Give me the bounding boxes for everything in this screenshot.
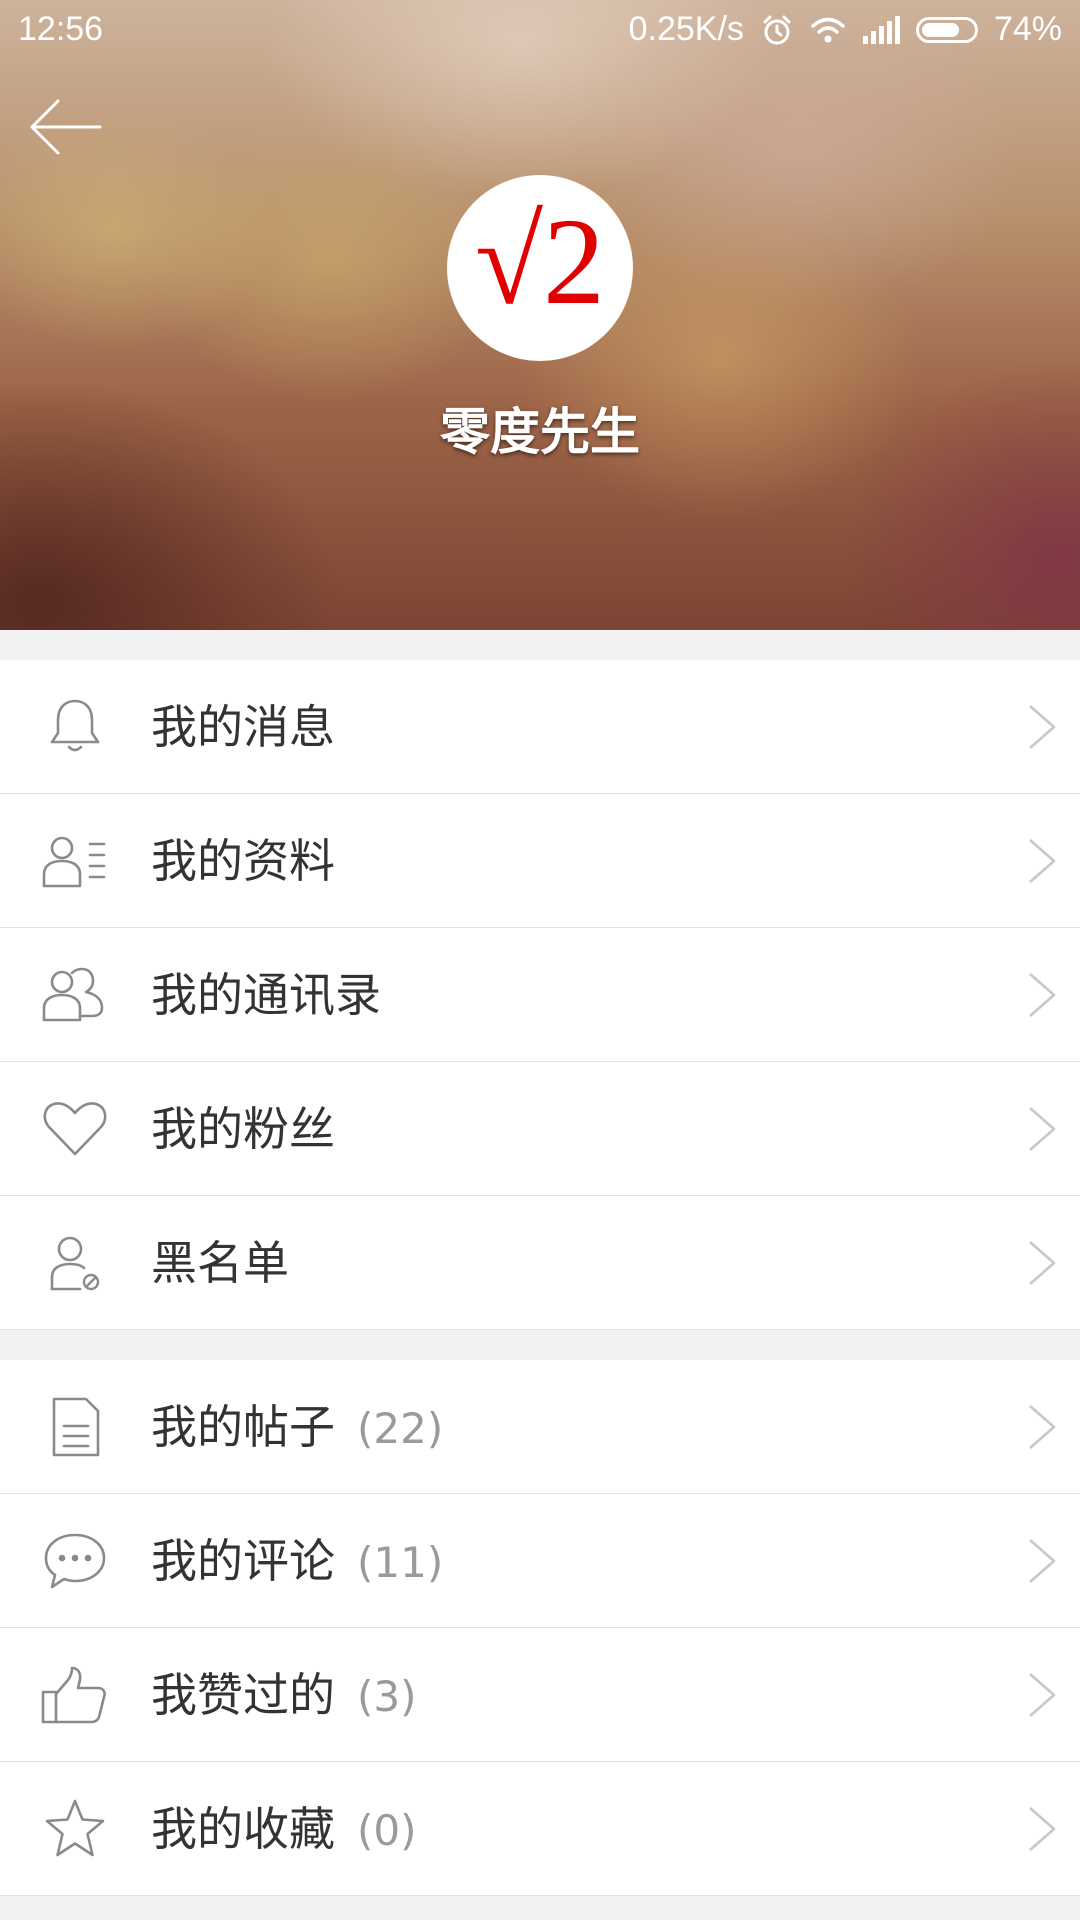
menu-item-label: 我的帖子 (22)	[151, 1400, 444, 1454]
menu-item-favorites[interactable]: 我的收藏 (0)	[0, 1762, 1080, 1896]
menu-item-contacts[interactable]: 我的通讯录	[0, 928, 1080, 1062]
status-time: 12:56	[18, 10, 104, 48]
back-button[interactable]	[26, 92, 106, 162]
menu-item-label: 我的资料	[151, 834, 335, 888]
battery-fill	[921, 22, 959, 37]
contacts-icon	[40, 964, 110, 1026]
menu-item-count: (11)	[357, 1538, 444, 1587]
menu-item-count: (0)	[357, 1806, 417, 1855]
chevron-right-icon	[1024, 1805, 1060, 1853]
profile-page: 12:56 0.25K/s 74% √2 零度先生 我的消息 我的资料 我的通讯…	[0, 0, 1080, 1920]
menu-item-count: (3)	[357, 1672, 417, 1721]
menu-item-fans[interactable]: 我的粉丝	[0, 1062, 1080, 1196]
menu-item-label: 我的收藏 (0)	[151, 1802, 417, 1856]
menu-item-comments[interactable]: 我的评论 (11)	[0, 1494, 1080, 1628]
chevron-right-icon	[1024, 1537, 1060, 1585]
menu-item-label: 我的评论 (11)	[151, 1534, 444, 1588]
bell-icon	[40, 696, 110, 758]
status-bar: 12:56 0.25K/s 74%	[0, 0, 1080, 60]
heart-icon	[40, 1098, 110, 1160]
alarm-icon	[760, 13, 794, 47]
chat-bubble-icon	[40, 1530, 110, 1592]
profile-header: 12:56 0.25K/s 74% √2 零度先生	[0, 0, 1080, 630]
avatar[interactable]: √2	[447, 175, 633, 361]
menu-item-label: 我的粉丝	[151, 1102, 335, 1156]
blocked-user-icon	[40, 1232, 110, 1294]
document-icon	[40, 1396, 110, 1458]
chevron-right-icon	[1024, 837, 1060, 885]
menu-item-label: 我的消息	[151, 700, 335, 754]
avatar-logo: √2	[474, 193, 606, 330]
battery-percent: 74%	[993, 10, 1062, 48]
signal-icon	[862, 15, 900, 44]
arrow-left-icon	[30, 99, 102, 155]
menu-item-profile[interactable]: 我的资料	[0, 794, 1080, 928]
menu-item-liked[interactable]: 我赞过的 (3)	[0, 1628, 1080, 1762]
menu-item-label: 我赞过的 (3)	[151, 1668, 417, 1722]
menu-item-blacklist[interactable]: 黑名单	[0, 1196, 1080, 1330]
net-speed: 0.25K/s	[628, 10, 744, 48]
thumbs-up-icon	[40, 1664, 110, 1726]
menu-item-label: 我的通讯录	[151, 968, 381, 1022]
username: 零度先生	[440, 403, 640, 461]
chevron-right-icon	[1024, 703, 1060, 751]
wifi-icon	[810, 15, 846, 45]
status-indicators: 0.25K/s 74%	[629, 10, 1062, 49]
battery-icon	[915, 16, 978, 43]
chevron-right-icon	[1024, 1239, 1060, 1287]
chevron-right-icon	[1024, 1671, 1060, 1719]
menu-group-activity: 我的帖子 (22) 我的评论 (11) 我赞过的 (3) 我的收藏 (0)	[0, 1360, 1080, 1896]
menu-item-count: (22)	[357, 1404, 444, 1453]
menu-item-posts[interactable]: 我的帖子 (22)	[0, 1360, 1080, 1494]
menu-item-label: 黑名单	[151, 1236, 289, 1290]
chevron-right-icon	[1024, 971, 1060, 1019]
profile-card-icon	[40, 830, 110, 892]
chevron-right-icon	[1024, 1105, 1060, 1153]
star-icon	[40, 1798, 110, 1860]
menu-item-messages[interactable]: 我的消息	[0, 660, 1080, 794]
menu-group-account: 我的消息 我的资料 我的通讯录 我的粉丝 黑名单	[0, 660, 1080, 1330]
chevron-right-icon	[1024, 1403, 1060, 1451]
